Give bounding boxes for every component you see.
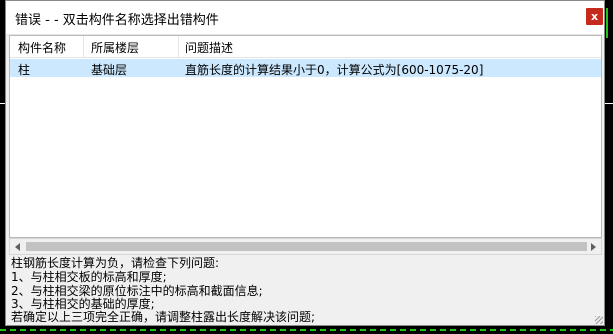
- cell-name[interactable]: 柱: [18, 61, 30, 78]
- table-row[interactable]: 柱 基础层 直筋长度的计算结果小于0，计算公式为[600-1075-20]: [10, 59, 601, 77]
- detail-line: 若确定以上三项完全正确，请调整柱露出长度解决该问题;: [11, 310, 316, 324]
- resize-grip-icon[interactable]: [595, 316, 603, 324]
- column-separator[interactable]: [178, 36, 179, 57]
- cad-line-right: [605, 103, 613, 104]
- horizontal-scrollbar[interactable]: [9, 238, 602, 255]
- close-button[interactable]: x: [586, 8, 603, 25]
- cell-description: 直筋长度的计算结果小于0，计算公式为[600-1075-20]: [185, 63, 484, 77]
- cad-green-line-bottom: [0, 329, 613, 331]
- title-bar[interactable]: 错误 - - 双击构件名称选择出错构件 x: [6, 1, 604, 35]
- scroll-left-icon[interactable]: [15, 243, 20, 251]
- error-dialog: 错误 - - 双击构件名称选择出错构件 x 构件名称 所属楼层 问题描述 柱 基…: [5, 0, 605, 326]
- column-header-description[interactable]: 问题描述: [185, 39, 233, 56]
- cad-green-mark-right: [606, 8, 608, 38]
- window-title: 错误 - - 双击构件名称选择出错构件: [15, 13, 219, 28]
- detail-line: 柱钢筋长度计算为负，请检查下列问题:: [11, 256, 220, 270]
- scroll-right-icon[interactable]: [591, 243, 596, 251]
- scrollbar-thumb[interactable]: [26, 242, 587, 251]
- detail-line: 1、与柱相交板的标高和厚度;: [11, 270, 167, 284]
- column-header-floor[interactable]: 所属楼层: [91, 39, 139, 56]
- detail-panel: 柱钢筋长度计算为负，请检查下列问题: 1、与柱相交板的标高和厚度; 2、与柱相交…: [9, 256, 602, 324]
- list-header: 构件名称 所属楼层 问题描述: [10, 36, 601, 58]
- cell-floor: 基础层: [91, 63, 128, 77]
- column-header-name[interactable]: 构件名称: [18, 39, 66, 56]
- column-separator[interactable]: [83, 36, 84, 57]
- error-list[interactable]: 构件名称 所属楼层 问题描述 柱 基础层 直筋长度的计算结果小于0，计算公式为[…: [9, 35, 602, 238]
